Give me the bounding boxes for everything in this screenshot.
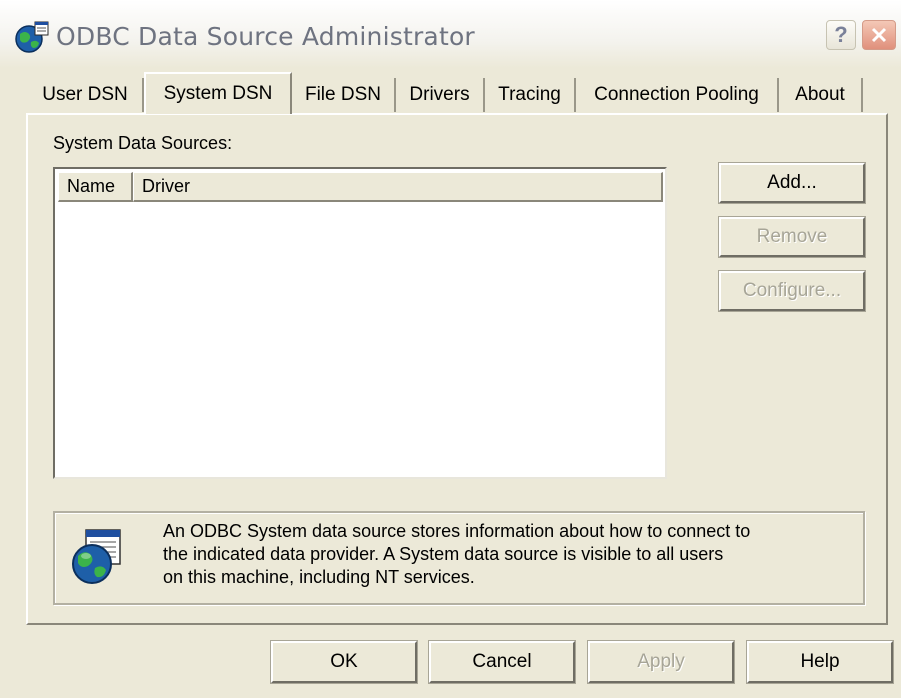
- title-bar[interactable]: ODBC Data Source Administrator ?: [0, 0, 901, 68]
- apply-button-label: Apply: [637, 651, 685, 672]
- tab-label: System DSN: [163, 83, 273, 104]
- cancel-button[interactable]: Cancel: [428, 640, 576, 684]
- info-line: the indicated data provider. A System da…: [163, 544, 724, 564]
- tab-label: Connection Pooling: [594, 84, 759, 105]
- ok-button[interactable]: OK: [270, 640, 418, 684]
- column-label: Driver: [142, 176, 190, 196]
- odbc-dialog-window: ODBC Data Source Administrator ? User DS…: [0, 0, 901, 698]
- window-title: ODBC Data Source Administrator: [56, 22, 475, 51]
- tab-connection-pooling[interactable]: Connection Pooling: [576, 78, 779, 112]
- close-title-button[interactable]: [862, 20, 896, 50]
- question-mark-icon: ?: [834, 22, 848, 47]
- info-description: An ODBC System data source stores inform…: [163, 520, 853, 589]
- tab-about[interactable]: About: [779, 78, 863, 112]
- configure-button-label: Configure...: [742, 280, 842, 301]
- data-sources-list[interactable]: Name Driver: [53, 167, 667, 479]
- configure-button[interactable]: Configure...: [718, 270, 866, 312]
- column-header-driver[interactable]: Driver: [133, 172, 663, 202]
- help-button-label: Help: [800, 651, 840, 672]
- ok-button-label: OK: [330, 651, 358, 672]
- close-icon: [871, 27, 887, 43]
- info-line: An ODBC System data source stores inform…: [163, 521, 751, 541]
- add-button-label: Add...: [767, 172, 817, 193]
- add-button[interactable]: Add...: [718, 162, 866, 204]
- tab-label: File DSN: [304, 84, 381, 105]
- column-label: Name: [67, 176, 116, 196]
- list-header: Name Driver: [58, 172, 663, 202]
- remove-button[interactable]: Remove: [718, 216, 866, 258]
- cancel-button-label: Cancel: [472, 651, 532, 672]
- tab-file-dsn[interactable]: File DSN: [292, 78, 396, 112]
- remove-button-label: Remove: [756, 226, 828, 247]
- column-header-name[interactable]: Name: [58, 172, 133, 202]
- database-globe-icon: [72, 529, 121, 584]
- info-line: on this machine, including NT services.: [163, 567, 475, 587]
- apply-button[interactable]: Apply: [587, 640, 735, 684]
- tab-label: User DSN: [42, 84, 128, 105]
- tab-label: Drivers: [409, 84, 470, 105]
- tab-label: Tracing: [498, 84, 561, 105]
- help-button[interactable]: Help: [746, 640, 894, 684]
- odbc-globe-icon: [15, 21, 49, 53]
- tab-system-dsn[interactable]: System DSN: [144, 72, 292, 114]
- tab-label: About: [795, 84, 845, 105]
- tab-tracing[interactable]: Tracing: [485, 78, 576, 112]
- help-title-button[interactable]: ?: [826, 20, 856, 50]
- system-data-sources-label: System Data Sources:: [53, 133, 233, 153]
- tab-drivers[interactable]: Drivers: [396, 78, 485, 112]
- tab-user-dsn[interactable]: User DSN: [28, 78, 144, 112]
